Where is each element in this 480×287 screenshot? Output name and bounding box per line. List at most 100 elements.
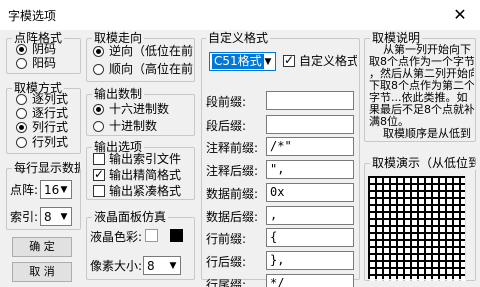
preview-dot xyxy=(398,255,403,260)
radio-column-row-label[interactable]: 列行式 xyxy=(32,120,68,134)
format-select[interactable]: C51格式 ▼ xyxy=(209,52,276,71)
preview-dot xyxy=(419,206,424,211)
field-input[interactable]: , xyxy=(266,206,354,225)
preview-dot xyxy=(377,227,382,232)
preview-dot xyxy=(384,199,389,204)
preview-dot xyxy=(398,269,403,274)
check-compact-format-label[interactable]: 输出精简格式 xyxy=(109,168,181,182)
preview-dot xyxy=(419,255,424,260)
field-input[interactable]: /*" xyxy=(266,137,354,156)
preview-dot xyxy=(384,206,389,211)
preview-dot xyxy=(370,199,375,204)
check-custom-format-label[interactable]: 自定义格式 xyxy=(299,54,357,68)
preview-dot xyxy=(419,276,424,281)
preview-dot xyxy=(447,199,452,204)
preview-dot xyxy=(447,185,452,190)
lcd-color-on-swatch[interactable] xyxy=(170,229,183,242)
preview-dot xyxy=(419,269,424,274)
radio-row-label[interactable]: 逐行式 xyxy=(32,106,68,120)
preview-dot xyxy=(370,192,375,197)
preview-dot xyxy=(433,185,438,190)
preview-dot xyxy=(447,269,452,274)
radio-forward-icon[interactable] xyxy=(93,64,104,75)
dot-count-select[interactable]: 16 ▼ xyxy=(40,180,72,199)
preview-dot xyxy=(426,255,431,260)
dot-count-label: 点阵: xyxy=(10,183,39,197)
direction-label: 取模走向 xyxy=(92,31,145,45)
preview-dot xyxy=(426,213,431,218)
radio-positive-icon[interactable] xyxy=(16,58,27,69)
preview-dot xyxy=(419,220,424,225)
lcd-color-off-swatch[interactable] xyxy=(145,229,158,242)
radio-row-icon[interactable] xyxy=(16,108,27,119)
field-input[interactable] xyxy=(266,91,354,110)
radio-negative-label[interactable]: 阴码 xyxy=(32,42,56,56)
preview-dot xyxy=(391,220,396,225)
preview-dot xyxy=(377,248,382,253)
radio-decimal-icon[interactable] xyxy=(93,121,104,132)
preview-dot xyxy=(412,234,417,239)
index-count-select[interactable]: 8 ▼ xyxy=(40,207,72,226)
preview-dot xyxy=(454,248,459,253)
preview-dot xyxy=(440,178,445,183)
radio-column-row-icon[interactable] xyxy=(16,122,27,133)
chevron-down-icon: ▼ xyxy=(60,185,68,195)
radio-decimal-label[interactable]: 十进制数 xyxy=(109,119,157,133)
preview-dot xyxy=(398,185,403,190)
check-compact-format-icon[interactable] xyxy=(93,167,105,181)
window-title: 字模选项 xyxy=(8,9,57,23)
field-input[interactable]: ", xyxy=(266,160,354,179)
field-input[interactable]: { xyxy=(266,228,354,247)
field-input[interactable]: }, xyxy=(266,251,354,270)
radio-reverse-label[interactable]: 逆向（低位在前） xyxy=(109,44,193,58)
explanation-text: 从第一列开始向下 取8个点作为一个字节 ，然后从第二列开始向 下取8个点作为第二… xyxy=(369,44,474,140)
cancel-button[interactable]: 取 消 xyxy=(12,262,72,282)
preview-dot xyxy=(440,241,445,246)
preview-dot xyxy=(447,220,452,225)
preview-dot xyxy=(384,262,389,267)
preview-dot xyxy=(433,269,438,274)
preview-dot xyxy=(433,255,438,260)
radio-positive-label[interactable]: 阳码 xyxy=(32,56,56,70)
radio-negative-icon[interactable] xyxy=(16,44,27,55)
radio-forward-label[interactable]: 顺向（高位在前） xyxy=(109,62,193,76)
preview-dot xyxy=(398,262,403,267)
preview-dot xyxy=(405,220,410,225)
ok-button[interactable]: 确 定 xyxy=(12,237,72,257)
field-input[interactable]: */ xyxy=(266,274,354,287)
close-icon[interactable]: ✕ xyxy=(440,0,480,30)
radio-row-column-label[interactable]: 行列式 xyxy=(32,135,68,149)
preview-dot xyxy=(391,213,396,218)
preview-dot xyxy=(377,206,382,211)
field-input[interactable]: 0x xyxy=(266,183,354,202)
preview-dot xyxy=(447,255,452,260)
preview-dot xyxy=(440,262,445,267)
check-custom-format-icon[interactable] xyxy=(283,53,295,67)
preview-dot xyxy=(412,220,417,225)
preview-dot xyxy=(433,178,438,183)
preview-dot xyxy=(398,192,403,197)
preview-dot xyxy=(426,185,431,190)
field-input[interactable] xyxy=(266,115,354,134)
preview-dot xyxy=(391,255,396,260)
preview-scrollbar[interactable] xyxy=(465,176,475,279)
radio-column-icon[interactable] xyxy=(16,94,27,105)
check-index-file-icon[interactable] xyxy=(93,153,105,165)
preview-dot xyxy=(412,192,417,197)
radio-column-label[interactable]: 逐列式 xyxy=(32,92,68,106)
radio-row-column-icon[interactable] xyxy=(16,137,27,148)
preview-dot xyxy=(447,234,452,239)
preview-dot xyxy=(391,241,396,246)
preview-dot xyxy=(384,276,389,281)
check-tight-format-icon[interactable] xyxy=(93,185,105,197)
preview-dot xyxy=(440,227,445,232)
preview-dot xyxy=(419,248,424,253)
check-tight-format-label[interactable]: 输出紧凑格式 xyxy=(109,184,193,198)
preview-dot xyxy=(412,199,417,204)
radio-hex-icon[interactable] xyxy=(93,104,104,115)
radio-hex-label[interactable]: 十六进制数 xyxy=(109,102,169,116)
check-index-file-label[interactable]: 输出索引文件 xyxy=(109,152,181,166)
radio-reverse-icon[interactable] xyxy=(93,46,104,57)
preview-dot xyxy=(391,269,396,274)
pixel-size-select[interactable]: 8 ▼ xyxy=(143,256,181,275)
